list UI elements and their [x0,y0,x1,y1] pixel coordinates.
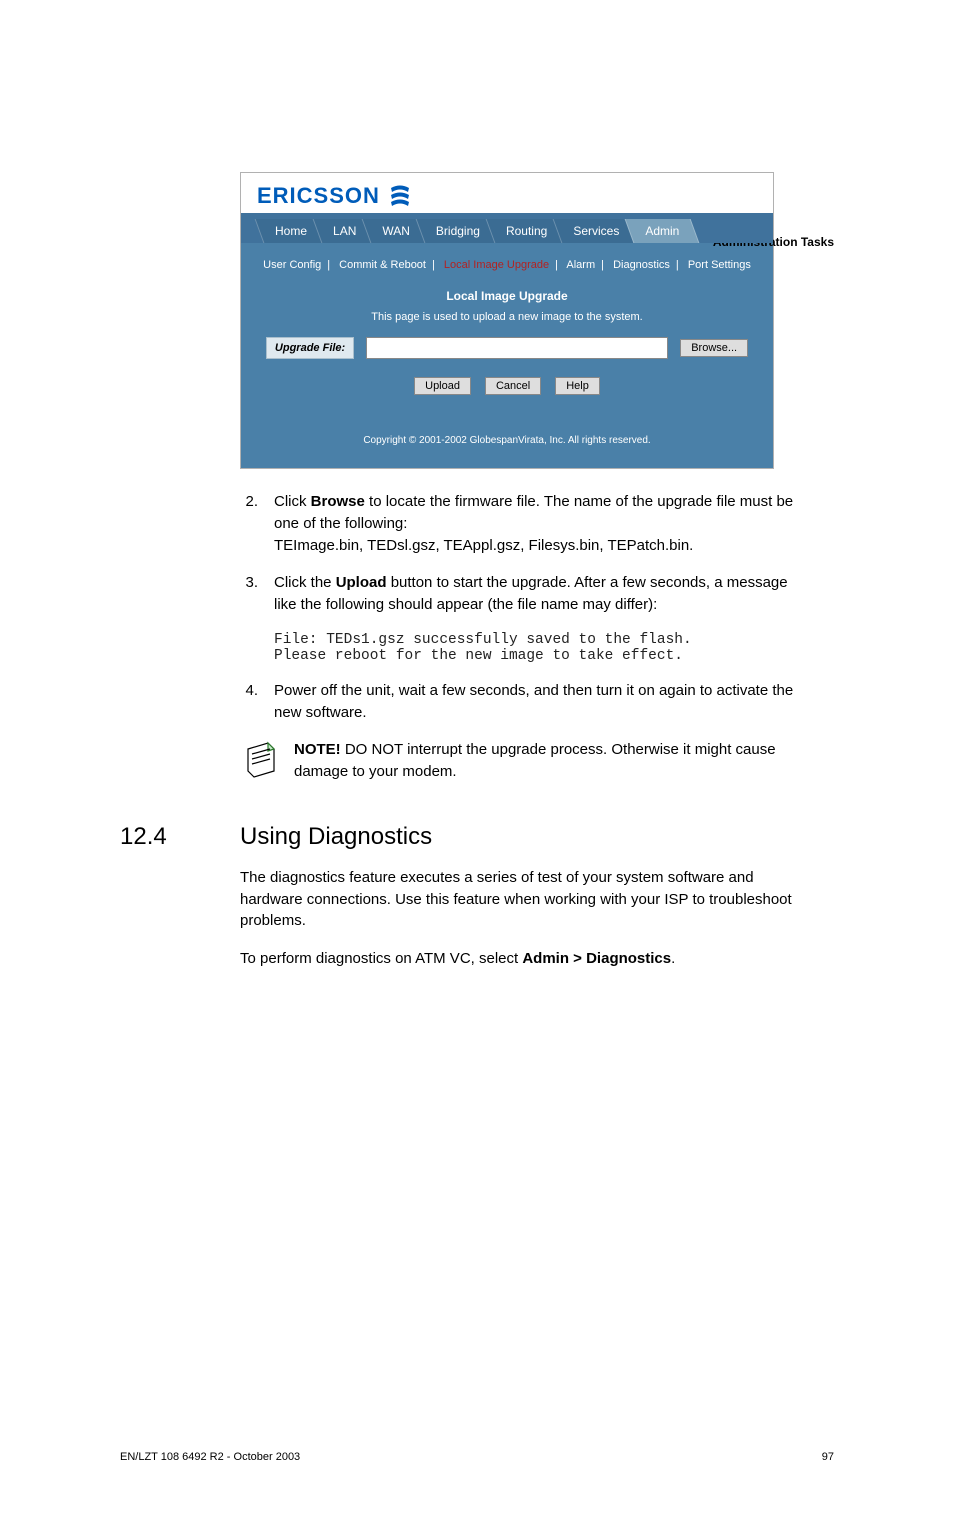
body-paragraph-1: The diagnostics feature executes a serie… [240,867,794,932]
tab-label: Home [275,224,307,238]
subnav-diagnostics[interactable]: Diagnostics [613,259,670,271]
step-number: 3. [240,572,258,616]
subnav-port-settings[interactable]: Port Settings [688,259,751,271]
tab-routing[interactable]: Routing [490,219,563,243]
bold-text: Admin > Diagnostics [522,950,671,967]
subnav-commit-reboot[interactable]: Commit & Reboot [339,259,426,271]
body-paragraph-2: To perform diagnostics on ATM VC, select… [240,948,794,970]
text: TEImage.bin, TEDsl.gsz, TEAppl.gsz, File… [274,537,693,554]
step-text: Power off the unit, wait a few seconds, … [274,680,794,724]
subnav-user-config[interactable]: User Config [263,259,321,271]
upgrade-file-input[interactable] [366,337,668,359]
text: Click [274,493,311,510]
tab-label: Admin [645,224,679,238]
panel-title: Local Image Upgrade [241,283,773,309]
tab-label: Services [573,224,619,238]
brand-header: ERICSSON [241,173,773,213]
bold-text: Upload [336,574,387,591]
tab-label: Bridging [436,224,480,238]
tab-label: WAN [382,224,410,238]
step-number: 4. [240,680,258,724]
tab-label: Routing [506,224,547,238]
panel-buttons: Upload Cancel Help [241,377,773,425]
brand-logo-icon [388,184,412,208]
separator: | [549,259,564,271]
section-title: Using Diagnostics [240,823,432,851]
note-text: NOTE! DO NOT interrupt the upgrade proce… [294,739,794,783]
separator: | [321,259,336,271]
upgrade-row: Upgrade File: Browse... [241,337,773,377]
section-heading: 12.4 Using Diagnostics [240,823,834,851]
text: DO NOT interrupt the upgrade process. Ot… [294,741,776,780]
copyright-text: Copyright © 2001-2002 GlobespanVirata, I… [241,425,773,454]
panel-subtitle: This page is used to upload a new image … [241,309,773,337]
bold-text: Browse [311,493,365,510]
main-tabs: Home LAN WAN Bridging Routing Services A… [241,213,773,243]
text: To perform diagnostics on ATM VC, select [240,950,522,967]
note-bold: NOTE! [294,741,341,758]
footer-left: EN/LZT 108 6492 R2 - October 2003 [120,1451,300,1463]
subnav-local-image-upgrade[interactable]: Local Image Upgrade [444,259,549,271]
subnav-alarm[interactable]: Alarm [566,259,595,271]
step-4: 4. Power off the unit, wait a few second… [240,680,794,724]
step-text: Click the Upload button to start the upg… [274,572,794,616]
section-number: 12.4 [120,823,204,851]
step-text: Click Browse to locate the firmware file… [274,491,794,556]
step-number: 2. [240,491,258,556]
tab-services[interactable]: Services [557,219,635,243]
step-3: 3. Click the Upload button to start the … [240,572,794,616]
note-icon [240,739,280,779]
separator: | [595,259,610,271]
footer-right: 97 [822,1451,834,1463]
browse-button[interactable]: Browse... [680,339,748,357]
upload-button[interactable]: Upload [414,377,471,395]
note-block: NOTE! DO NOT interrupt the upgrade proce… [240,739,794,783]
upgrade-file-label: Upgrade File: [266,337,354,359]
text: . [671,950,675,967]
help-button[interactable]: Help [555,377,600,395]
tab-label: LAN [333,224,356,238]
cancel-button[interactable]: Cancel [485,377,541,395]
subnav: User Config| Commit & Reboot| Local Imag… [241,243,773,283]
tab-bridging[interactable]: Bridging [420,219,496,243]
brand-text: ERICSSON [257,183,380,209]
separator: | [670,259,685,271]
separator: | [426,259,441,271]
page-footer: EN/LZT 108 6492 R2 - October 2003 97 [120,1451,834,1463]
text: Click the [274,574,336,591]
screenshot-panel: ERICSSON Home LAN WAN Bridging Routing S… [240,172,774,469]
code-block: File: TEDs1.gsz successfully saved to th… [274,632,794,664]
step-2: 2. Click Browse to locate the firmware f… [240,491,794,556]
tab-admin[interactable]: Admin [629,219,695,243]
